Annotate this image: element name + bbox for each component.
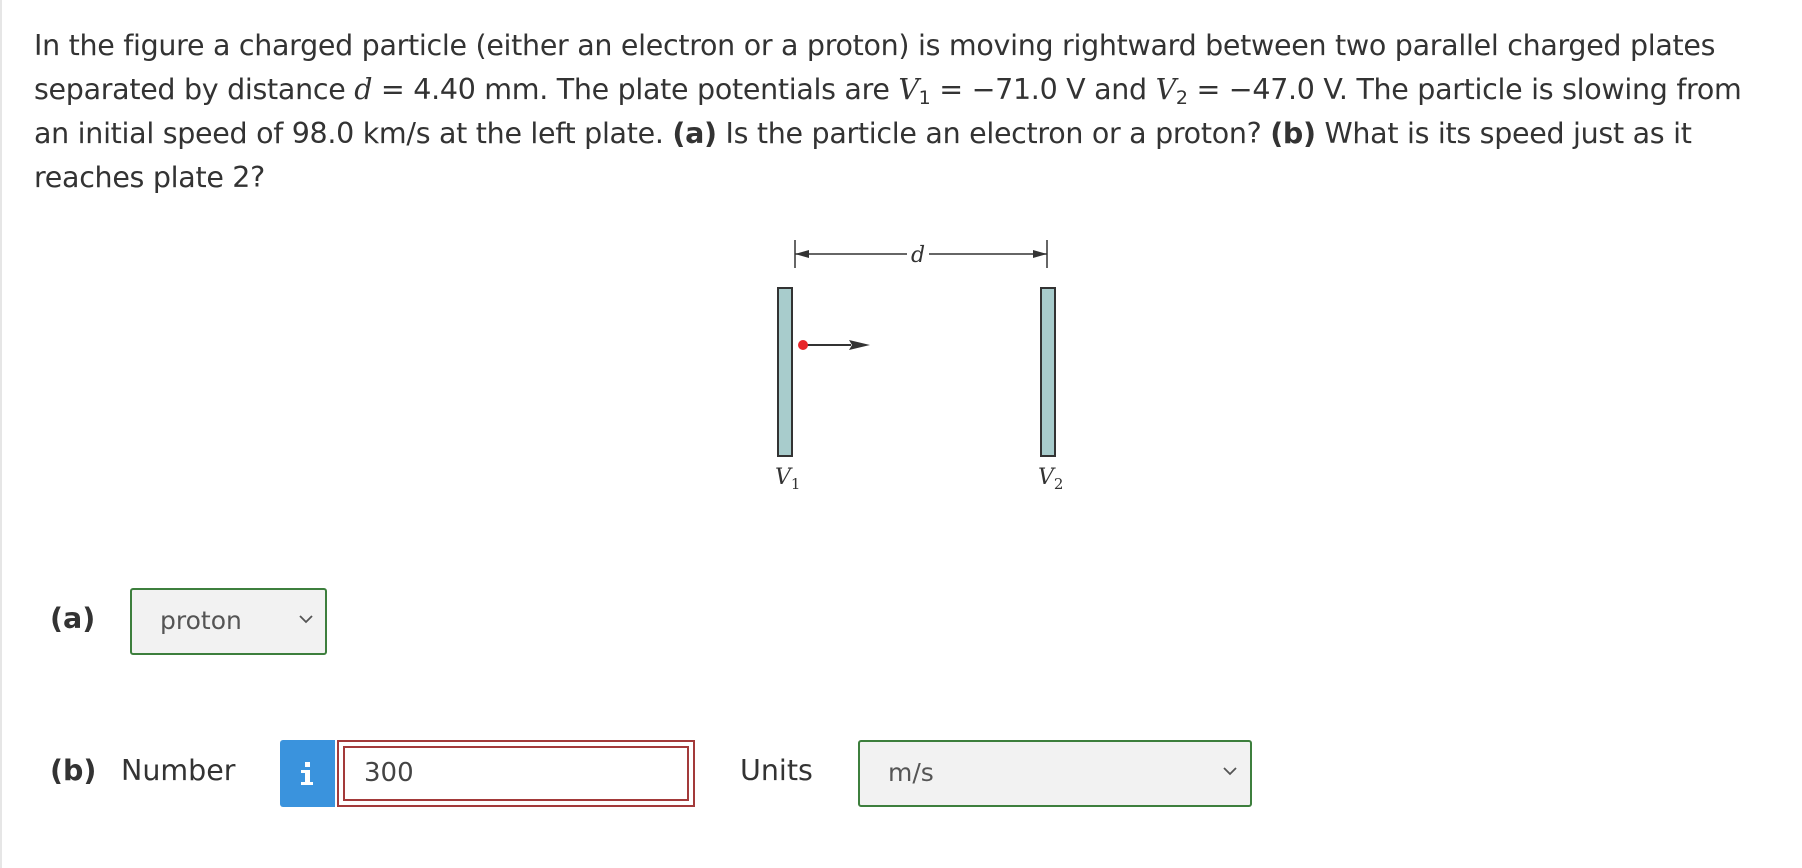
chevron-down-icon: [299, 615, 313, 624]
question-segment: 2: [1175, 87, 1188, 109]
question-segment: (a): [672, 117, 717, 150]
part-a-label: (a): [50, 602, 96, 635]
question-segment: V: [898, 73, 919, 106]
plate-2: [1040, 287, 1056, 457]
particle-type-select[interactable]: proton: [130, 588, 327, 655]
plate-1: [777, 287, 793, 457]
question-text: In the figure a charged particle (either…: [34, 24, 1774, 200]
question-segment: 1: [918, 87, 931, 109]
question-segment: Is the particle an electron or a proton?: [716, 117, 1271, 150]
plate-2-label: V2: [1038, 465, 1063, 493]
velocity-arrowhead: [849, 340, 870, 350]
speed-number-input[interactable]: 300: [337, 740, 695, 807]
info-icon: [301, 762, 313, 785]
question-segment: = 4.40 mm. The plate potentials are: [372, 73, 899, 106]
charged-particle: [798, 340, 808, 350]
number-label: Number: [121, 754, 236, 787]
question-segment: (b): [1270, 117, 1316, 150]
units-label: Units: [740, 754, 813, 787]
question-segment: d: [354, 73, 373, 106]
question-segment: V: [1155, 73, 1177, 106]
parallel-plates-figure: d V1 V2: [775, 240, 1063, 493]
question-segment: = −71.0 V and: [930, 73, 1156, 106]
distance-label: d: [911, 243, 925, 268]
particle-type-selected-value: proton: [160, 606, 242, 635]
distance-arrowhead-right: [1033, 250, 1047, 258]
page-edge: [0, 0, 2, 868]
units-selected-value: m/s: [888, 758, 934, 787]
part-b-label: (b): [50, 754, 97, 787]
distance-arrowhead-left: [795, 250, 809, 258]
units-select[interactable]: m/s: [858, 740, 1252, 807]
speed-number-value: 300: [364, 758, 414, 788]
chevron-down-icon: [1223, 767, 1237, 776]
info-button[interactable]: [280, 740, 335, 807]
plate-1-label: V1: [775, 465, 800, 493]
